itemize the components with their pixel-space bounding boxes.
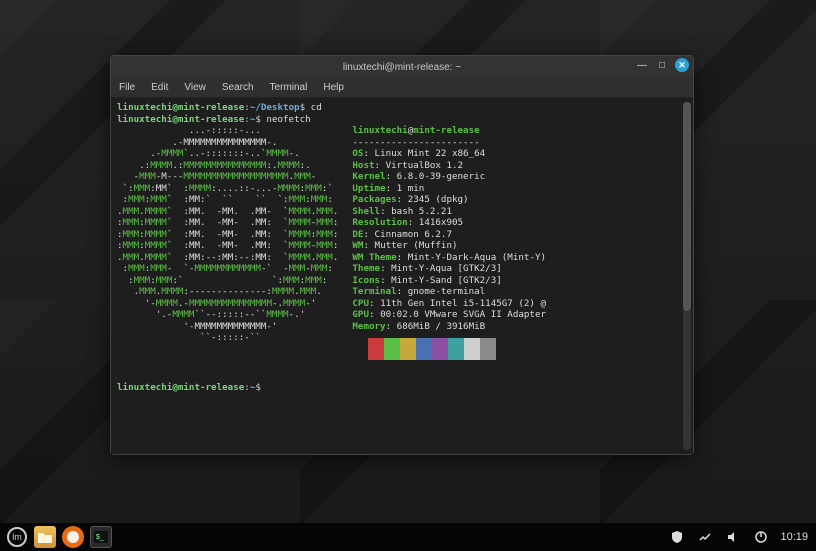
terminal-icon: $_ xyxy=(94,531,108,543)
prompt-user: linuxtechi@mint-release xyxy=(117,102,244,113)
taskbar: lm $_ 10:19 xyxy=(0,523,816,551)
info-row: Shell: bash 5.2.21 xyxy=(352,206,546,218)
terminal-launcher[interactable]: $_ xyxy=(90,526,112,548)
window-close-button[interactable]: ✕ xyxy=(675,58,689,72)
info-row: Terminal: gnome-terminal xyxy=(352,286,546,298)
tray-updates-icon[interactable] xyxy=(666,526,688,548)
prompt-line-1: linuxtechi@mint-release:~/Desktop$ cd xyxy=(117,102,687,114)
info-row: GPU: 00:02.0 VMware SVGA II Adapter xyxy=(352,309,546,321)
color-swatch xyxy=(416,338,432,360)
info-row: Resolution: 1416x905 xyxy=(352,217,546,229)
mint-logo-icon: lm xyxy=(7,527,27,547)
firefox-launcher[interactable] xyxy=(62,526,84,548)
menu-view[interactable]: View xyxy=(180,80,210,95)
prompt-cmd: cd xyxy=(311,102,322,113)
tray-volume-icon[interactable] xyxy=(722,526,744,548)
terminal-output[interactable]: linuxtechi@mint-release:~/Desktop$ cdlin… xyxy=(111,98,693,454)
network-icon xyxy=(698,530,712,544)
info-row: Packages: 2345 (dpkg) xyxy=(352,194,546,206)
menu-edit[interactable]: Edit xyxy=(147,80,172,95)
color-swatch xyxy=(368,338,384,360)
info-row: OS: Linux Mint 22 x86_64 xyxy=(352,148,546,160)
menu-terminal[interactable]: Terminal xyxy=(266,80,312,95)
window-maximize-button[interactable]: □ xyxy=(655,58,669,72)
color-swatches xyxy=(352,338,546,360)
color-swatch xyxy=(400,338,416,360)
terminal-window: linuxtechi@mint-release: ~ — □ ✕ File Ed… xyxy=(110,55,694,455)
menubar: File Edit View Search Terminal Help xyxy=(111,78,693,98)
window-minimize-button[interactable]: — xyxy=(635,58,649,72)
taskbar-clock[interactable]: 10:19 xyxy=(778,531,810,543)
menu-search[interactable]: Search xyxy=(218,80,258,95)
neofetch-output: ...-:::::-... .-MMMMMMMMMMMMMMM-. .-MMMM… xyxy=(117,125,687,360)
firefox-icon xyxy=(65,529,81,545)
prompt-line-3: linuxtechi@mint-release:~$ xyxy=(117,382,687,394)
volume-icon xyxy=(726,530,740,544)
info-row: Theme: Mint-Y-Aqua [GTK2/3] xyxy=(352,263,546,275)
prompt-path: ~/Desktop xyxy=(250,102,300,113)
tray-network-icon[interactable] xyxy=(694,526,716,548)
file-manager-launcher[interactable] xyxy=(34,526,56,548)
ascii-logo: ...-:::::-... .-MMMMMMMMMMMMMMM-. .-MMMM… xyxy=(117,125,338,360)
color-swatch xyxy=(432,338,448,360)
window-title: linuxtechi@mint-release: ~ xyxy=(343,62,461,73)
info-row: Memory: 686MiB / 3916MiB xyxy=(352,321,546,333)
info-row: CPU: 11th Gen Intel i5-1145G7 (2) @ xyxy=(352,298,546,310)
svg-text:$_: $_ xyxy=(96,534,104,541)
scrollbar-thumb[interactable] xyxy=(683,102,691,311)
color-swatch xyxy=(352,338,368,360)
color-swatch xyxy=(464,338,480,360)
terminal-scrollbar[interactable] xyxy=(683,102,691,450)
info-row: Icons: Mint-Y-Sand [GTK2/3] xyxy=(352,275,546,287)
info-row: Host: VirtualBox 1.2 xyxy=(352,160,546,172)
folder-icon xyxy=(38,531,52,543)
color-swatch xyxy=(384,338,400,360)
info-row: Uptime: 1 min xyxy=(352,183,546,195)
info-row: WM Theme: Mint-Y-Dark-Aqua (Mint-Y) xyxy=(352,252,546,264)
power-icon xyxy=(754,530,768,544)
menu-file[interactable]: File xyxy=(115,80,139,95)
color-swatch xyxy=(480,338,496,360)
start-menu-button[interactable]: lm xyxy=(6,526,28,548)
window-titlebar[interactable]: linuxtechi@mint-release: ~ — □ ✕ xyxy=(111,56,693,78)
tray-power-icon[interactable] xyxy=(750,526,772,548)
info-row: DE: Cinnamon 6.2.7 xyxy=(352,229,546,241)
color-swatch xyxy=(448,338,464,360)
shield-icon xyxy=(670,530,684,544)
system-info: linuxtechi@mint-release-----------------… xyxy=(352,125,546,360)
prompt-line-2: linuxtechi@mint-release:~$ neofetch xyxy=(117,114,687,126)
menu-help[interactable]: Help xyxy=(319,80,348,95)
info-row: Kernel: 6.8.0-39-generic xyxy=(352,171,546,183)
info-row: WM: Mutter (Muffin) xyxy=(352,240,546,252)
